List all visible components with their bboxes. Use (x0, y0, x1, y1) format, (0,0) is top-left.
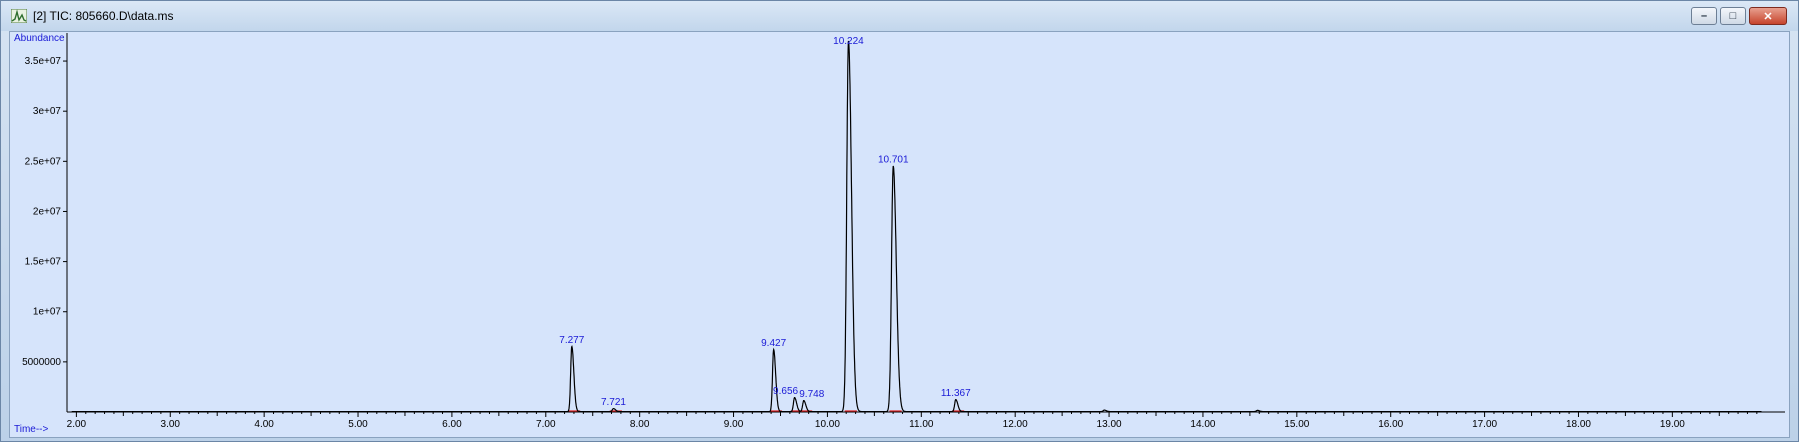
y-tick-label: 5000000 (22, 357, 61, 368)
x-tick-label: 14.00 (1190, 419, 1215, 430)
x-tick-label: 12.00 (1003, 419, 1028, 430)
close-button[interactable]: ✕ (1749, 7, 1787, 25)
minimize-icon: – (1700, 10, 1708, 22)
chart-area: Abundance Time--> 5000000 1e+07 1.5e+07 2e+… (9, 31, 1790, 438)
x-tick-label: 15.00 (1284, 419, 1309, 430)
minimize-button[interactable]: – (1691, 7, 1717, 25)
x-axis-label: Time--> (14, 424, 49, 435)
x-tick-label: 17.00 (1472, 419, 1497, 430)
peak-label: 9.748 (799, 389, 824, 400)
y-axis-label: Abundance (14, 33, 65, 44)
peak-label: 9.656 (773, 386, 798, 397)
title-bar[interactable]: [2] TIC: 805660.D\data.ms – □ ✕ (1, 1, 1798, 31)
x-tick-label: 5.00 (348, 419, 368, 430)
window-title: [2] TIC: 805660.D\data.ms (33, 9, 174, 23)
chromatogram-app-icon (11, 9, 27, 23)
x-tick-label: 6.00 (442, 419, 462, 430)
x-tick-label: 7.00 (536, 419, 556, 430)
chromatogram-chart[interactable]: Abundance Time--> 5000000 1e+07 1.5e+07 2e+… (10, 32, 1789, 437)
x-tick-label: 16.00 (1378, 419, 1403, 430)
x-tick-label: 4.00 (254, 419, 274, 430)
x-tick-label: 3.00 (161, 419, 181, 430)
maximize-icon: □ (1729, 10, 1737, 22)
y-tick-label: 1e+07 (33, 307, 62, 318)
x-tick-label: 19.00 (1660, 419, 1685, 430)
y-tick-label: 3.5e+07 (25, 56, 62, 67)
y-tick-label: 1.5e+07 (25, 257, 62, 268)
peak-label: 11.367 (941, 388, 971, 399)
x-tick-label: 10.00 (815, 419, 840, 430)
tic-trace-line (71, 40, 1762, 413)
x-tick-label: 13.00 (1097, 419, 1122, 430)
x-tick-label: 9.00 (724, 419, 744, 430)
y-tick-label: 2e+07 (33, 206, 62, 217)
y-tick-label: 3e+07 (33, 106, 62, 117)
peak-label: 7.721 (601, 397, 626, 408)
maximize-button[interactable]: □ (1720, 7, 1746, 25)
chromatogram-window: [2] TIC: 805660.D\data.ms – □ ✕ Abundanc… (0, 0, 1799, 442)
peak-label: 10.701 (878, 154, 909, 165)
close-icon: ✕ (1763, 10, 1773, 23)
x-tick-label: 18.00 (1566, 419, 1591, 430)
y-tick-label: 2.5e+07 (25, 156, 62, 167)
x-tick-label: 2.00 (67, 419, 87, 430)
peak-label: 10.224 (833, 36, 864, 47)
peak-label: 9.427 (761, 338, 786, 349)
peak-label: 7.277 (559, 335, 584, 346)
x-tick-label: 11.00 (909, 419, 934, 430)
x-tick-label: 8.00 (630, 419, 650, 430)
